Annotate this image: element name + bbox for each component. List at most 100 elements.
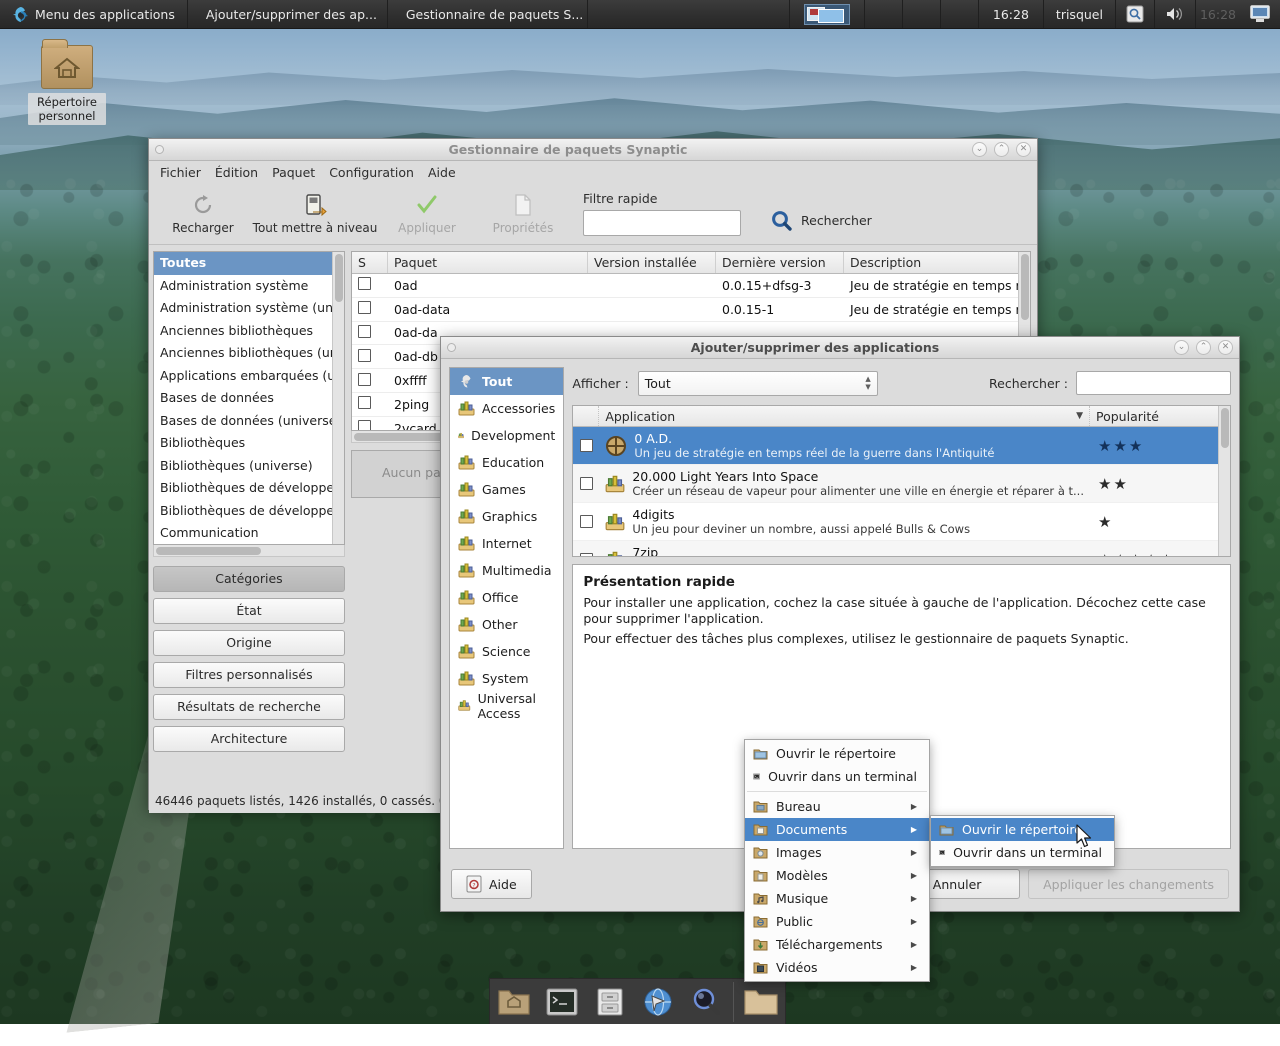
tray-slot-1[interactable] [864,0,902,28]
ar-category-science[interactable]: Science [450,638,563,665]
ctx-folder-bureau[interactable]: Bureau ▶ [745,795,929,818]
close-button[interactable]: ✕ [1218,340,1233,355]
menu-aide[interactable]: Aide [421,163,463,182]
filter-button-custom[interactable]: Filtres personnalisés [153,662,345,688]
row-checkbox[interactable] [358,325,371,338]
syn-cat-row[interactable]: Applications embarquées (univ [154,365,344,388]
toolbar-upgradeall-button[interactable]: Tout mettre à niveau [251,192,379,235]
help-button[interactable]: ? Aide [451,869,532,899]
panel-search-button[interactable] [1115,0,1154,28]
ctx-folder-public[interactable]: Public ▶ [745,910,929,933]
show-dropdown[interactable]: Tout ▲▼ [638,371,878,396]
dock-browser[interactable] [634,980,682,1024]
row-checkbox[interactable] [358,277,371,290]
list-item[interactable]: 7zip Outil de compression/décompression … [573,541,1230,557]
filter-button-results[interactable]: Résultats de recherche [153,694,345,720]
row-checkbox[interactable] [358,373,371,386]
dock-terminal[interactable] [538,980,586,1024]
syn-cat-row[interactable]: Bibliothèques de développeme [154,477,344,500]
ctx-open-directory[interactable]: Ouvrir le répertoire [745,742,929,765]
application-list[interactable]: Application ▼ Popularité [572,405,1231,557]
filter-button-etat[interactable]: État [153,598,345,624]
apply-changes-button[interactable]: Appliquer les changements [1028,869,1229,899]
column-header-s[interactable]: S [352,252,388,273]
column-header-installed[interactable]: Version installée [588,252,716,273]
category-list-vscrollbar[interactable] [332,252,344,544]
dock-search[interactable] [682,980,730,1024]
ctx-open-terminal[interactable]: Ouvrir dans un terminal [745,765,929,788]
menu-edition[interactable]: Édition [208,163,265,182]
ar-category-internet[interactable]: Internet [450,530,563,557]
ctx-folder-videos[interactable]: Vidéos ▶ [745,956,929,979]
ar-category-universal-access[interactable]: Universal Access [450,692,563,719]
toolbar-apply-button[interactable]: Appliquer [379,192,475,235]
filter-button-origine[interactable]: Origine [153,630,345,656]
syn-cat-row[interactable]: Anciennes bibliothèques (unive [154,342,344,365]
syn-cat-row[interactable]: Toutes [154,252,344,275]
window-menu-dot[interactable] [155,145,164,154]
applications-menu-button[interactable]: Menu des applications [0,0,188,28]
ctx-folder-telechargements[interactable]: Téléchargements ▶ [745,933,929,956]
app-checkbox[interactable] [580,553,593,557]
ar-category-development[interactable]: Development [450,422,563,449]
ar-category-games[interactable]: Games [450,476,563,503]
minimize-button[interactable]: ⌄ [1174,340,1189,355]
addremove-titlebar[interactable]: Ajouter/supprimer des applications ⌄ ⌃ ✕ [441,337,1239,359]
panel-volume-button[interactable] [1154,0,1195,28]
ar-category-other[interactable]: Other [450,611,563,638]
syn-cat-row[interactable]: Administration système [154,275,344,298]
menu-paquet[interactable]: Paquet [265,163,322,182]
workspace-switcher[interactable] [789,0,864,28]
ar-category-system[interactable]: System [450,665,563,692]
application-list-vscrollbar[interactable] [1218,406,1230,556]
list-item[interactable]: 0 A.D. Un jeu de stratégie en temps réel… [573,427,1230,465]
ar-category-education[interactable]: Education [450,449,563,476]
app-checkbox[interactable] [580,439,593,452]
addremove-category-list[interactable]: Tout Accessories Development [449,367,564,849]
column-header-description[interactable]: Description [844,252,1030,273]
app-checkbox[interactable] [580,515,593,528]
row-checkbox[interactable] [358,349,371,362]
panel-clock[interactable]: 16:28 [978,0,1043,28]
tray-slot-2[interactable] [902,0,940,28]
dock-folder[interactable] [737,980,785,1024]
close-button[interactable]: ✕ [1016,142,1031,157]
desktop-icon-home[interactable]: Répertoire personnel [28,45,106,125]
header-popularity-col[interactable]: Popularité [1090,409,1230,424]
ar-category-multimedia[interactable]: Multimedia [450,557,563,584]
header-application-col[interactable]: Application ▼ [599,406,1090,426]
syn-cat-row[interactable]: Bases de données (universe) [154,410,344,433]
table-row[interactable]: 0ad-data 0.0.15-1 Jeu de stratégie en te… [352,298,1030,322]
syn-cat-row[interactable]: Anciennes bibliothèques [154,320,344,343]
menu-configuration[interactable]: Configuration [322,163,421,182]
panel-display-button[interactable] [1240,0,1280,28]
row-checkbox[interactable] [358,420,371,431]
syn-cat-row[interactable]: Communication [154,522,344,545]
toolbar-reload-button[interactable]: Recharger [155,192,251,235]
context-menu[interactable]: Ouvrir le répertoire Ouvrir dans un term… [744,739,930,982]
search-input[interactable] [1076,371,1231,395]
quick-filter-input[interactable] [583,210,741,236]
table-row[interactable]: 0ad 0.0.15+dfsg-3 Jeu de stratégie en te… [352,274,1030,298]
row-checkbox[interactable] [358,396,371,409]
ctx-folder-images[interactable]: Images ▶ [745,841,929,864]
menu-fichier[interactable]: Fichier [153,163,208,182]
list-item[interactable]: 20.000 Light Years Into Space Créer un r… [573,465,1230,503]
synaptic-category-list[interactable]: Toutes Administration système Administra… [153,251,345,545]
synaptic-titlebar[interactable]: Gestionnaire de paquets Synaptic ⌄ ⌃ ✕ [149,139,1037,161]
maximize-button[interactable]: ⌃ [994,142,1009,157]
syn-cat-row[interactable]: Bibliothèques [154,432,344,455]
app-checkbox[interactable] [580,477,593,490]
ctx-folder-modeles[interactable]: Modèles ▶ [745,864,929,887]
row-checkbox[interactable] [358,301,371,314]
ctx-folder-documents[interactable]: Documents ▶ [745,818,929,841]
maximize-button[interactable]: ⌃ [1196,340,1211,355]
synaptic-search-button[interactable]: Rechercher [771,210,872,232]
ar-category-graphics[interactable]: Graphics [450,503,563,530]
syn-cat-row[interactable]: Administration système (univer [154,297,344,320]
ar-category-office[interactable]: Office [450,584,563,611]
ar-category-accessories[interactable]: Accessories [450,395,563,422]
column-header-paquet[interactable]: Paquet [388,252,588,273]
tray-slot-3[interactable] [940,0,978,28]
toolbar-properties-button[interactable]: Propriétés [475,192,571,235]
